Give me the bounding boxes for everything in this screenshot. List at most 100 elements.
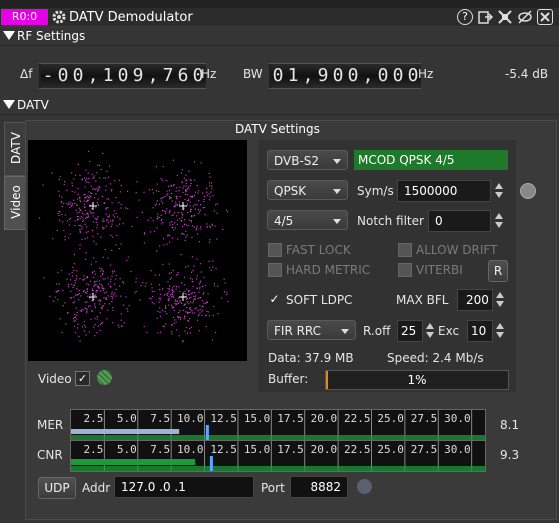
constellation-point <box>187 187 189 189</box>
notch-input[interactable]: 0 <box>428 210 491 232</box>
constellation-point <box>127 310 129 312</box>
delta-f-dial[interactable]: -00,109,760 <box>39 63 206 89</box>
dial-digit[interactable]: 0 <box>331 64 346 88</box>
soft-ldpc-checkbox[interactable]: ✓ <box>268 293 281 306</box>
dial-digit[interactable]: 0 <box>271 64 286 88</box>
constellation-point <box>184 330 186 332</box>
constellation-point <box>181 169 183 171</box>
help-icon[interactable]: ? <box>457 9 473 25</box>
constellation-point <box>127 190 129 192</box>
dial-digit[interactable]: 1 <box>101 64 116 88</box>
constellation-point <box>210 191 212 193</box>
constellation-point <box>97 325 100 327</box>
constellation-point <box>73 284 75 286</box>
tab-datv[interactable]: DATV <box>4 122 26 176</box>
constellation-point <box>74 203 76 205</box>
fast-lock-checkbox[interactable] <box>268 243 282 257</box>
roff-input[interactable]: 25 <box>397 320 423 342</box>
constellation-point <box>188 219 191 221</box>
constellation-point <box>167 234 169 236</box>
dial-digit[interactable]: 0 <box>346 64 361 88</box>
constellation-point <box>173 322 175 325</box>
video-checkbox[interactable]: ✓ <box>75 371 90 386</box>
modulation-select[interactable]: QPSK <box>267 180 348 200</box>
constellation-point <box>182 187 184 189</box>
dial-digit[interactable]: , <box>301 64 316 88</box>
dial-digit[interactable]: 0 <box>56 64 71 88</box>
reset-r-button[interactable]: R <box>488 260 508 282</box>
constellation-point <box>193 226 195 228</box>
notch-stepper[interactable] <box>495 213 505 228</box>
dial-digit[interactable]: 6 <box>176 64 191 88</box>
addr-input[interactable]: 127.0 .0 .1 <box>114 476 254 498</box>
roff-stepper[interactable] <box>426 323 436 338</box>
constellation-point <box>99 283 101 285</box>
constellation-point <box>192 215 194 217</box>
dial-digit[interactable]: 0 <box>391 64 406 88</box>
constellation-point <box>185 293 187 295</box>
symrate-stepper[interactable] <box>495 183 505 198</box>
constellation-point <box>76 204 78 206</box>
viterbi-checkbox[interactable] <box>398 263 412 277</box>
tab-video[interactable]: Video <box>4 176 27 230</box>
constellation-point <box>223 291 226 293</box>
constellation-point <box>192 285 194 288</box>
shrink-icon[interactable] <box>497 9 513 25</box>
datv-header[interactable]: DATV <box>0 96 559 115</box>
udp-button[interactable]: UDP <box>38 477 76 499</box>
dial-digit[interactable]: , <box>146 64 161 88</box>
allow-drift-label: ALLOW DRIFT <box>416 243 498 257</box>
allow-drift-checkbox[interactable] <box>398 243 412 257</box>
constellation-point <box>42 184 44 186</box>
channel-badge[interactable]: R0:0 <box>1 9 48 25</box>
bw-dial[interactable]: 01,900,000 <box>269 63 421 89</box>
constellation-point <box>160 220 162 222</box>
dial-digit[interactable]: 1 <box>286 64 301 88</box>
rf-settings-header[interactable]: RF Settings <box>0 27 559 46</box>
hard-metric-checkbox[interactable] <box>268 263 282 277</box>
constellation-point <box>171 237 174 239</box>
symrate-input[interactable]: 1500000 <box>397 180 491 202</box>
max-bfl-input[interactable]: 200 <box>457 289 493 311</box>
exc-input[interactable]: 10 <box>467 320 493 342</box>
move-to-workspace-icon[interactable] <box>477 9 494 25</box>
constellation-point <box>90 195 92 198</box>
dial-digit[interactable]: 9 <box>131 64 146 88</box>
dial-digit[interactable]: 0 <box>116 64 131 88</box>
constellation-point <box>193 299 195 301</box>
max-bfl-stepper[interactable] <box>496 292 506 307</box>
dial-digit[interactable]: - <box>41 64 56 88</box>
constellation-point <box>162 196 165 199</box>
dial-digit[interactable]: 0 <box>71 64 86 88</box>
constellation-point <box>100 270 102 272</box>
dial-digit[interactable]: 0 <box>376 64 391 88</box>
constellation-point <box>170 272 172 274</box>
constellation-point <box>108 303 110 305</box>
constellation-point <box>84 209 86 212</box>
dial-digit[interactable]: 7 <box>161 64 176 88</box>
constellation-point <box>68 237 70 239</box>
constellation-point <box>203 195 206 197</box>
settings-gear-icon[interactable] <box>51 9 67 25</box>
filter-select[interactable]: FIR RRC <box>267 320 356 340</box>
standard-select[interactable]: DVB-S2 <box>267 150 348 170</box>
constellation-point <box>205 325 207 328</box>
constellation-point <box>89 197 91 199</box>
close-icon[interactable] <box>537 9 553 25</box>
standard-value: DVB-S2 <box>274 154 320 168</box>
symrate-reset-icon[interactable] <box>520 183 536 199</box>
constellation-point <box>167 281 169 283</box>
exc-stepper[interactable] <box>496 323 506 338</box>
constellation-point <box>208 182 211 184</box>
port-input[interactable]: 8882 <box>290 476 348 498</box>
constellation-point <box>227 301 229 303</box>
constellation-point <box>155 166 157 168</box>
constellation-point <box>182 191 184 194</box>
fec-select[interactable]: 4/5 <box>267 210 348 230</box>
dial-digit[interactable]: , <box>86 64 101 88</box>
dial-digit[interactable]: , <box>361 64 376 88</box>
constellation-point <box>200 225 202 228</box>
constellation-point <box>189 297 191 299</box>
hide-icon[interactable] <box>517 9 533 25</box>
dial-digit[interactable]: 9 <box>316 64 331 88</box>
